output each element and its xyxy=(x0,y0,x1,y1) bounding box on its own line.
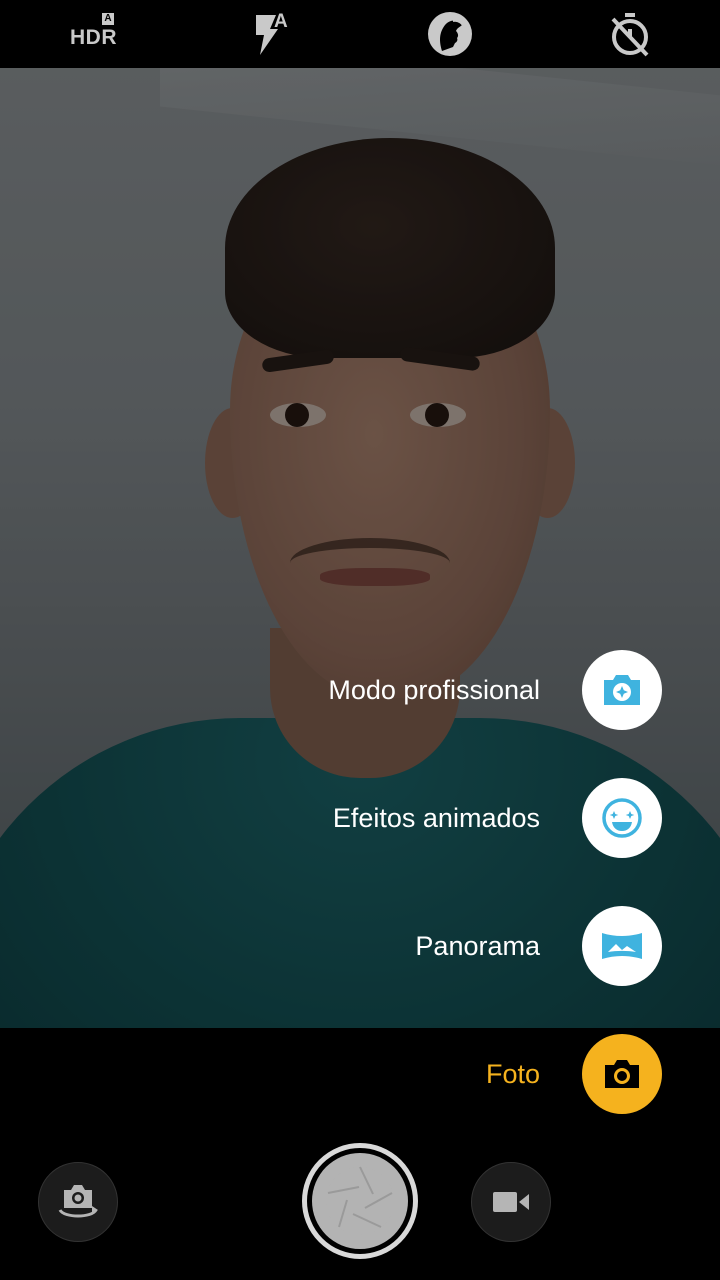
mode-button-photo[interactable] xyxy=(582,1034,662,1114)
camera-viewfinder[interactable] xyxy=(0,68,720,1028)
switch-camera-button[interactable] xyxy=(38,1162,118,1242)
video-camera-icon xyxy=(493,1192,529,1212)
mode-item-photo[interactable]: Foto xyxy=(0,1034,720,1114)
animated-face-icon xyxy=(602,798,642,838)
mode-label: Modo profissional xyxy=(328,675,540,705)
beauty-face-icon xyxy=(428,12,472,56)
hdr-label: HDR xyxy=(70,26,117,49)
video-mode-button[interactable] xyxy=(471,1162,551,1242)
flash-button[interactable]: A xyxy=(242,8,298,60)
beauty-button[interactable] xyxy=(422,8,478,60)
pro-camera-icon xyxy=(604,675,640,705)
flash-auto-icon: A xyxy=(246,11,294,57)
mode-label: Efeitos animados xyxy=(332,803,540,833)
timer-button[interactable] xyxy=(602,8,658,60)
shutter-button[interactable] xyxy=(302,1143,418,1259)
mode-item-animated-effects[interactable]: Efeitos animados xyxy=(0,778,720,858)
hdr-auto-badge: A xyxy=(102,13,114,25)
menu-dim-overlay xyxy=(0,68,720,1028)
shutter-icon xyxy=(312,1153,408,1249)
mode-button-panorama[interactable] xyxy=(582,906,662,986)
mode-item-pro[interactable]: Modo profissional xyxy=(0,650,720,730)
hdr-auto-icon: HDR A xyxy=(66,13,117,54)
mode-button-pro[interactable] xyxy=(582,650,662,730)
mode-item-panorama[interactable]: Panorama xyxy=(0,906,720,986)
mode-button-animated-effects[interactable] xyxy=(582,778,662,858)
timer-off-icon xyxy=(611,13,649,57)
mode-label: Foto xyxy=(485,1059,540,1089)
panorama-icon xyxy=(602,933,642,959)
top-bar: HDR A A xyxy=(0,0,720,68)
mode-label: Panorama xyxy=(415,931,540,961)
photo-camera-icon xyxy=(605,1060,639,1088)
hdr-button[interactable]: HDR A xyxy=(62,8,118,60)
flash-auto-badge: A xyxy=(274,11,288,32)
switch-camera-icon xyxy=(58,1185,98,1218)
